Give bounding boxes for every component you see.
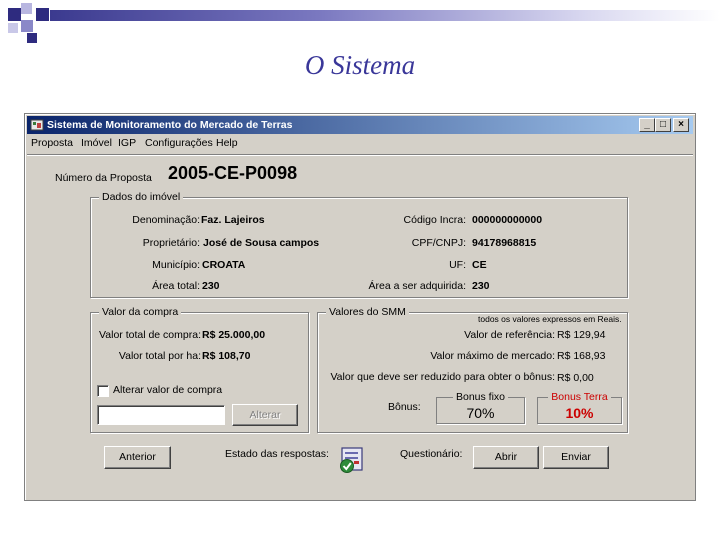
max-market-value: R$ 168,93 <box>557 350 606 362</box>
menu-configuracoes[interactable]: Configurações <box>145 137 213 149</box>
terra-bonus-value: 10% <box>565 405 594 421</box>
fixed-bonus-box: Bonus fixo 70% <box>436 391 525 424</box>
owner-value: José de Sousa campos <box>203 237 320 249</box>
uf-label: UF: <box>449 259 466 271</box>
decor-square <box>27 33 37 43</box>
menu-help[interactable]: Help <box>216 137 238 149</box>
proposal-label: Número da Proposta <box>55 172 152 184</box>
change-button[interactable]: Alterar <box>232 404 298 426</box>
total-area-label: Área total: <box>152 280 200 292</box>
minimize-button[interactable]: _ <box>639 118 655 132</box>
answers-state-label: Estado das respostas: <box>225 448 329 460</box>
reference-value: R$ 129,94 <box>557 329 606 341</box>
decor-square <box>36 8 49 21</box>
slide-title: O Sistema <box>304 50 416 80</box>
denomination-value: Faz. Lajeiros <box>201 214 265 226</box>
window-title: Sistema de Monitoramento do Mercado de T… <box>47 119 293 131</box>
reduce-label: Valor que deve ser reduzido para obter o… <box>330 371 555 383</box>
menu-igp[interactable]: IGP <box>118 137 136 149</box>
total-area-value: 230 <box>202 280 220 292</box>
purchase-group-legend: Valor da compra <box>99 306 182 318</box>
menu-imovel[interactable]: Imóvel <box>81 137 112 149</box>
smm-group-legend: Valores do SMM <box>326 306 409 318</box>
change-purchase-checkbox[interactable] <box>97 385 109 397</box>
incra-code-label: Código Incra: <box>403 214 466 226</box>
change-purchase-label: Alterar valor de compra <box>113 384 223 396</box>
maximize-button[interactable]: □ <box>655 118 671 132</box>
city-value: CROATA <box>202 259 246 271</box>
owner-label: Proprietário: <box>142 237 200 249</box>
previous-button[interactable]: Anterior <box>104 446 171 469</box>
fixed-bonus-value: 70% <box>466 405 495 421</box>
purchase-total-label: Valor total de compra: <box>99 329 201 341</box>
decor-bar <box>50 10 720 21</box>
reduce-value: R$ 0,00 <box>557 372 594 384</box>
decor-square <box>21 3 32 14</box>
menu-separator <box>27 154 693 156</box>
acquired-area-value: 230 <box>472 280 490 292</box>
denomination-label: Denominação: <box>132 214 200 226</box>
max-market-label: Valor máximo de mercado: <box>430 350 555 362</box>
acquired-area-label: Área a ser adquirida: <box>368 280 466 292</box>
decor-square <box>8 23 18 33</box>
city-label: Município: <box>152 259 200 271</box>
decor-square <box>21 20 33 32</box>
fixed-bonus-title: Bonus fixo <box>452 391 509 403</box>
send-button[interactable]: Enviar <box>543 446 609 469</box>
app-icon <box>30 119 44 131</box>
reference-label: Valor de referência: <box>464 329 555 341</box>
questionnaire-label: Questionário: <box>400 448 463 460</box>
property-group-legend: Dados do imóvel <box>99 191 184 203</box>
incra-code-value: 000000000000 <box>472 214 543 226</box>
proposal-number: 2005-CE-P0098 <box>168 163 298 183</box>
purchase-per-ha-label: Valor total por ha: <box>118 350 201 362</box>
close-button[interactable]: × <box>673 118 689 132</box>
title-bar[interactable]: Sistema de Monitoramento do Mercado de T… <box>27 116 693 134</box>
purchase-per-ha-value: R$ 108,70 <box>202 350 251 362</box>
open-button[interactable]: Abrir <box>473 446 539 469</box>
smm-note: todos os valores expressos em Reais. <box>478 314 622 324</box>
menu-proposta[interactable]: Proposta <box>31 137 73 149</box>
answers-status-icon <box>340 447 363 473</box>
purchase-total-value: R$ 25.000,00 <box>202 329 266 341</box>
uf-value: CE <box>472 259 487 271</box>
cpf-value: 94178968815 <box>472 237 537 249</box>
decor-square <box>8 8 21 21</box>
terra-bonus-title: Bonus Terra <box>548 391 611 403</box>
bonus-label: Bônus: <box>388 401 421 413</box>
cpf-label: CPF/CNPJ: <box>411 237 466 249</box>
purchase-value-input[interactable] <box>97 405 225 425</box>
terra-bonus-box: Bonus Terra 10% <box>537 391 622 424</box>
